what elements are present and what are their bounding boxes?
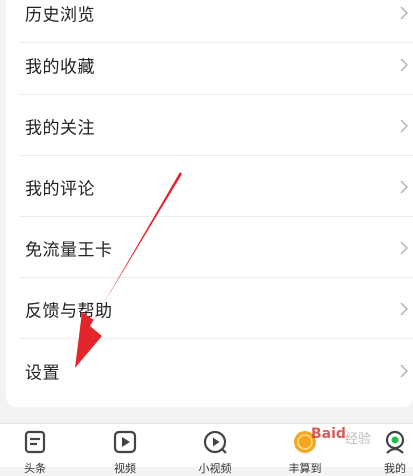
menu-item-label: 历史浏览 (25, 5, 95, 25)
chevron-right-icon (400, 240, 409, 255)
coin-icon (294, 431, 316, 453)
tab-short-video[interactable]: 小视频 (175, 424, 255, 475)
divider (20, 338, 413, 339)
menu-item-label: 设置 (25, 363, 60, 383)
chevron-right-icon (400, 5, 409, 20)
chevron-right-icon (400, 301, 409, 316)
chevron-right-icon (400, 363, 409, 378)
tab-label: 丰算到 (288, 462, 322, 475)
menu-item-label: 我的关注 (25, 118, 95, 138)
tab-video[interactable]: 视频 (85, 424, 165, 475)
menu-item-feedback-help[interactable]: 反馈与帮助 (6, 278, 413, 339)
profile-icon (385, 430, 405, 454)
tab-label: 小视频 (198, 462, 232, 475)
chevron-right-icon (400, 118, 409, 133)
menu-item-settings[interactable]: 设置 (6, 340, 413, 401)
bottom-tab-bar: 头条 视频 小视频 丰算到 我的 (0, 423, 413, 475)
menu-item-comments[interactable]: 我的评论 (6, 156, 413, 217)
settings-menu-card: 历史浏览 我的收藏 我的关注 我的评论 免流量王卡 反馈与帮助 设置 (6, 0, 413, 407)
menu-item-label: 免流量王卡 (25, 240, 113, 260)
chevron-right-icon (400, 179, 409, 194)
news-document-icon (24, 430, 46, 454)
tab-label: 我的 (384, 462, 406, 475)
menu-item-label: 反馈与帮助 (25, 301, 113, 321)
play-circle-icon (203, 430, 227, 454)
tab-label: 头条 (24, 462, 46, 475)
tab-earn[interactable]: 丰算到 (265, 424, 345, 475)
chevron-right-icon (400, 57, 409, 72)
tab-mine[interactable]: 我的 (355, 424, 413, 475)
menu-item-label: 我的收藏 (25, 57, 95, 77)
menu-item-free-data-card[interactable]: 免流量王卡 (6, 217, 413, 278)
tab-label: 视频 (114, 462, 136, 475)
play-square-icon (113, 430, 137, 454)
menu-item-favorites[interactable]: 我的收藏 (6, 34, 413, 95)
menu-item-label: 我的评论 (25, 179, 95, 199)
menu-item-following[interactable]: 我的关注 (6, 95, 413, 156)
tab-headlines[interactable]: 头条 (0, 424, 75, 475)
